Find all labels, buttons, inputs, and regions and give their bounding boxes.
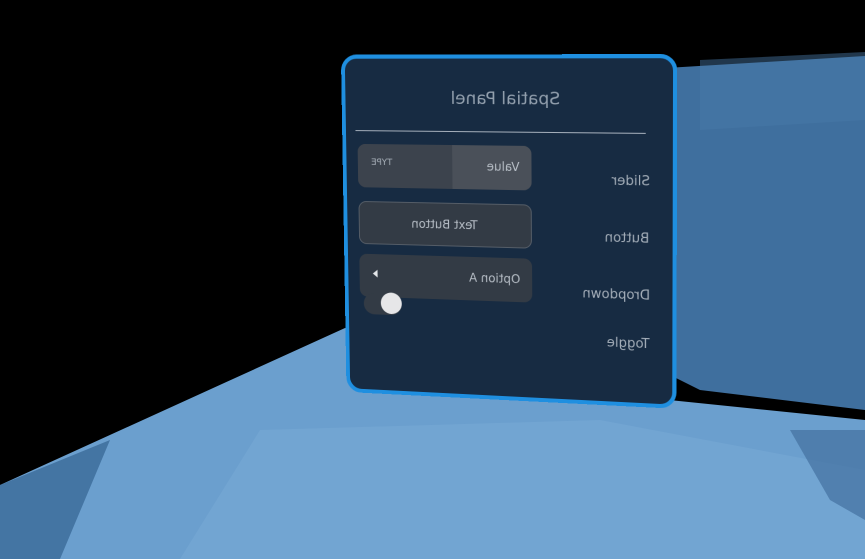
slider-control[interactable]: Value TYPE	[357, 143, 532, 191]
title-divider	[355, 130, 646, 134]
panel-title: Spatial Panel	[450, 88, 561, 110]
spatial-panel: Spatial Panel Slider Value TYPE Button T…	[340, 53, 678, 409]
panel-stage: Spatial Panel Slider Value TYPE Button T…	[0, 0, 865, 559]
slider-value-label: Value	[486, 159, 520, 175]
caret-left-icon	[372, 269, 378, 278]
text-button[interactable]: Text Button	[358, 200, 532, 249]
vr-scene: Spatial Panel Slider Value TYPE Button T…	[0, 0, 865, 559]
slider-label: Slider	[611, 173, 650, 190]
toggle-switch[interactable]	[363, 292, 402, 316]
toggle-knob[interactable]	[380, 292, 402, 315]
button-label: Button	[605, 230, 650, 247]
slider-type-label: TYPE	[371, 157, 393, 169]
toggle-label: Toggle	[606, 335, 650, 353]
dropdown-selected: Option A	[468, 270, 521, 287]
dropdown-label: Dropdown	[581, 286, 650, 304]
